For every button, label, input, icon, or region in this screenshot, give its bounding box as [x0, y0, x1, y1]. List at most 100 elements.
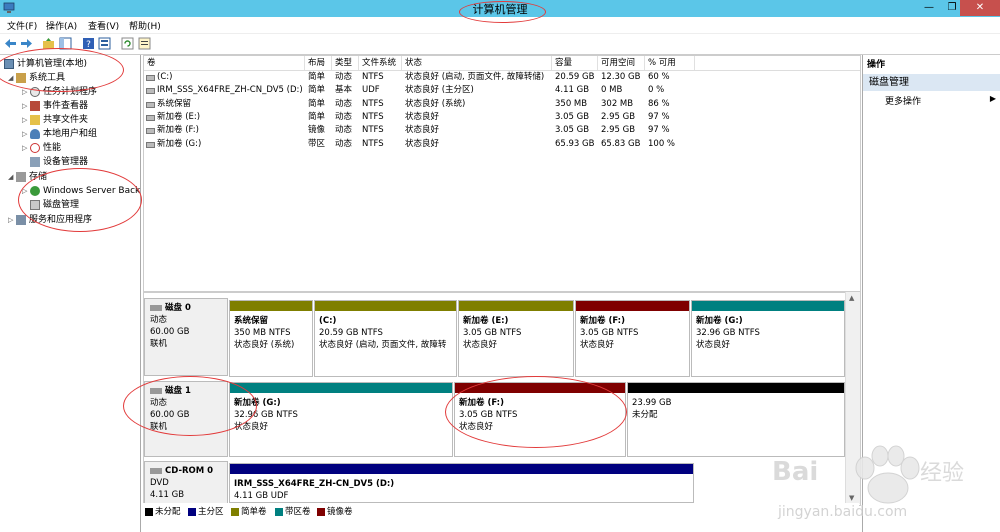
- backup-icon: [30, 185, 40, 196]
- minimize-button[interactable]: —: [918, 0, 940, 16]
- partition-name: IRM_SSS_X64FRE_ZH-CN_DV5 (D:): [234, 479, 395, 489]
- partition-status: 状态良好: [696, 340, 731, 350]
- partition-name: 新加卷 (F:): [580, 316, 625, 326]
- tree-item-shared-folders[interactable]: ▷ 共享文件夹: [22, 114, 88, 127]
- actions-section-disk-management[interactable]: 磁盘管理: [863, 74, 1000, 91]
- menu-help[interactable]: 帮助(H): [129, 19, 161, 32]
- tree-item-task-scheduler[interactable]: ▷ 任务计划程序: [22, 86, 97, 99]
- partition-block[interactable]: 新加卷 (G:) 32.96 GB NTFS 状态良好: [691, 300, 845, 377]
- partition-block[interactable]: 新加卷 (F:) 3.05 GB NTFS 状态良好: [454, 382, 626, 457]
- tree-item-performance[interactable]: ▷ 性能: [22, 142, 61, 155]
- partition-status: 状态良好 (系统): [234, 340, 295, 350]
- partition-block[interactable]: 新加卷 (F:) 3.05 GB NTFS 状态良好: [575, 300, 690, 377]
- back-arrow-icon[interactable]: [4, 37, 17, 50]
- disk-1-label[interactable]: 磁盘 1 动态 60.00 GB 联机: [144, 381, 228, 457]
- expand-arrow-icon[interactable]: ◢: [8, 72, 16, 85]
- column-header-capacity[interactable]: 容量: [552, 56, 598, 70]
- volume-row[interactable]: (C:) 简单 动态 NTFS 状态良好 (启动, 页面文件, 故障转储) 20.59 G…: [144, 71, 860, 84]
- tree-item-services-apps[interactable]: ▷ 服务和应用程序: [8, 214, 92, 227]
- volume-row[interactable]: 新加卷 (E:) 简单 动态 NTFS 状态良好 3.05 GB 2.95 GB 97 %: [144, 111, 860, 124]
- partition-block[interactable]: 新加卷 (G:) 32.96 GB NTFS 状态良好: [229, 382, 453, 457]
- collapse-arrow-icon[interactable]: ▷: [22, 100, 30, 113]
- column-header-status[interactable]: 状态: [402, 56, 552, 70]
- tree-label: 磁盘管理: [43, 200, 80, 210]
- more-actions-link[interactable]: 更多操作: [885, 94, 921, 107]
- disk-0-label[interactable]: 磁盘 0 动态 60.00 GB 联机: [144, 298, 228, 376]
- column-header-percent-free[interactable]: % 可用: [645, 56, 695, 70]
- column-header-volume[interactable]: 卷: [144, 56, 305, 70]
- users-icon: [30, 128, 40, 139]
- expand-arrow-icon[interactable]: ◢: [8, 171, 16, 184]
- disk-type: 动态: [150, 398, 168, 408]
- properties-icon[interactable]: [98, 37, 111, 50]
- clock-icon: [30, 86, 40, 97]
- tree-item-local-users[interactable]: ▷ 本地用户和组: [22, 128, 97, 141]
- tree-item-computer-management[interactable]: 计算机管理(本地): [4, 58, 87, 71]
- collapse-arrow-icon[interactable]: ▷: [22, 86, 30, 99]
- cell-status: 状态良好 (系统): [405, 98, 466, 109]
- partition-color-bar: [576, 301, 689, 311]
- cell-type: 动态: [335, 98, 353, 109]
- column-header-filesystem[interactable]: 文件系统: [359, 56, 402, 70]
- partition-name: 新加卷 (G:): [696, 316, 743, 326]
- disk-icon: [30, 199, 40, 210]
- close-button[interactable]: ✕: [960, 0, 1000, 16]
- tree-item-device-manager[interactable]: 设备管理器: [30, 156, 88, 169]
- cell-free-space: 12.30 GB: [601, 72, 641, 82]
- show-tree-icon[interactable]: [59, 37, 72, 50]
- legend-item: 简单卷: [231, 505, 267, 517]
- disk-icon: [150, 387, 162, 394]
- partition-status: 未分配: [632, 410, 658, 420]
- partition-size: 3.05 GB NTFS: [463, 328, 522, 338]
- help-icon[interactable]: ?: [82, 37, 95, 50]
- tree-item-disk-management[interactable]: 磁盘管理: [30, 199, 79, 212]
- cdrom-0-label[interactable]: CD-ROM 0 DVD 4.11 GB: [144, 461, 228, 505]
- tree-item-system-tools[interactable]: ◢ 系统工具: [8, 72, 65, 85]
- collapse-arrow-icon[interactable]: ▷: [8, 214, 16, 227]
- partition-color-bar: [230, 383, 452, 393]
- partition-block[interactable]: IRM_SSS_X64FRE_ZH-CN_DV5 (D:) 4.11 GB UDF: [229, 463, 694, 503]
- refresh-icon[interactable]: [121, 37, 134, 50]
- legend-swatch: [145, 507, 153, 516]
- volume-row[interactable]: IRM_SSS_X64FRE_ZH-CN_DV5 (D:) 简单 基本 UDF 状态良好…: [144, 84, 860, 97]
- column-header-type[interactable]: 类型: [332, 56, 359, 70]
- tree-label: 本地用户和组: [43, 129, 98, 139]
- menu-file[interactable]: 文件(F): [7, 19, 37, 32]
- partition-block[interactable]: 新加卷 (E:) 3.05 GB NTFS 状态良好: [458, 300, 574, 377]
- cell-volume: 新加卷 (F:): [157, 125, 199, 136]
- volume-row[interactable]: 系统保留 简单 动态 NTFS 状态良好 (系统) 350 MB 302 MB 86 %: [144, 98, 860, 111]
- cell-volume: IRM_SSS_X64FRE_ZH-CN_DV5 (D:): [157, 85, 303, 96]
- menu-view[interactable]: 查看(V): [88, 19, 119, 32]
- collapse-arrow-icon[interactable]: ▷: [22, 128, 30, 141]
- volume-row[interactable]: 新加卷 (G:) 带区 动态 NTFS 状态良好 65.93 GB 65.83 GB 100 …: [144, 138, 860, 151]
- column-header-free-space[interactable]: 可用空间: [598, 56, 645, 70]
- tree-label: 性能: [43, 143, 62, 153]
- partition-status: 状态良好: [459, 422, 494, 432]
- partition-block[interactable]: (C:) 20.59 GB NTFS 状态良好 (启动, 页面文件, 故障转: [314, 300, 457, 377]
- collapse-arrow-icon[interactable]: ▷: [22, 185, 30, 198]
- partition-block[interactable]: 系统保留 350 MB NTFS 状态良好 (系统): [229, 300, 313, 377]
- tree-item-event-viewer[interactable]: ▷ 事件查看器: [22, 100, 88, 113]
- collapse-arrow-icon[interactable]: ▷: [22, 114, 30, 127]
- partition-name: 系统保留: [234, 316, 269, 326]
- tree-item-windows-server-backup[interactable]: ▷ Windows Server Back: [22, 185, 140, 198]
- cell-filesystem: NTFS: [362, 111, 384, 122]
- column-header-layout[interactable]: 布局: [305, 56, 332, 70]
- partition-name: 新加卷 (G:): [234, 398, 281, 408]
- cell-layout: 简单: [308, 85, 326, 96]
- cell-percent-free: 60 %: [648, 72, 670, 82]
- scroll-up-icon[interactable]: ▲: [849, 294, 854, 302]
- cell-capacity: 3.05 GB: [555, 111, 590, 122]
- partition-status: 状态良好: [234, 422, 269, 432]
- export-list-icon[interactable]: [138, 37, 151, 50]
- event-viewer-icon: [30, 100, 40, 111]
- partition-color-bar: [455, 383, 625, 393]
- cell-filesystem: UDF: [362, 85, 380, 96]
- collapse-arrow-icon[interactable]: ▷: [22, 142, 30, 155]
- forward-arrow-icon[interactable]: [20, 37, 33, 50]
- volume-row[interactable]: 新加卷 (F:) 镜像 动态 NTFS 状态良好 3.05 GB 2.95 GB 97 %: [144, 124, 860, 137]
- up-folder-icon[interactable]: [42, 37, 55, 50]
- legend-label: 镜像卷: [327, 507, 353, 517]
- menu-action[interactable]: 操作(A): [46, 19, 77, 32]
- tree-item-storage[interactable]: ◢ 存储: [8, 171, 47, 184]
